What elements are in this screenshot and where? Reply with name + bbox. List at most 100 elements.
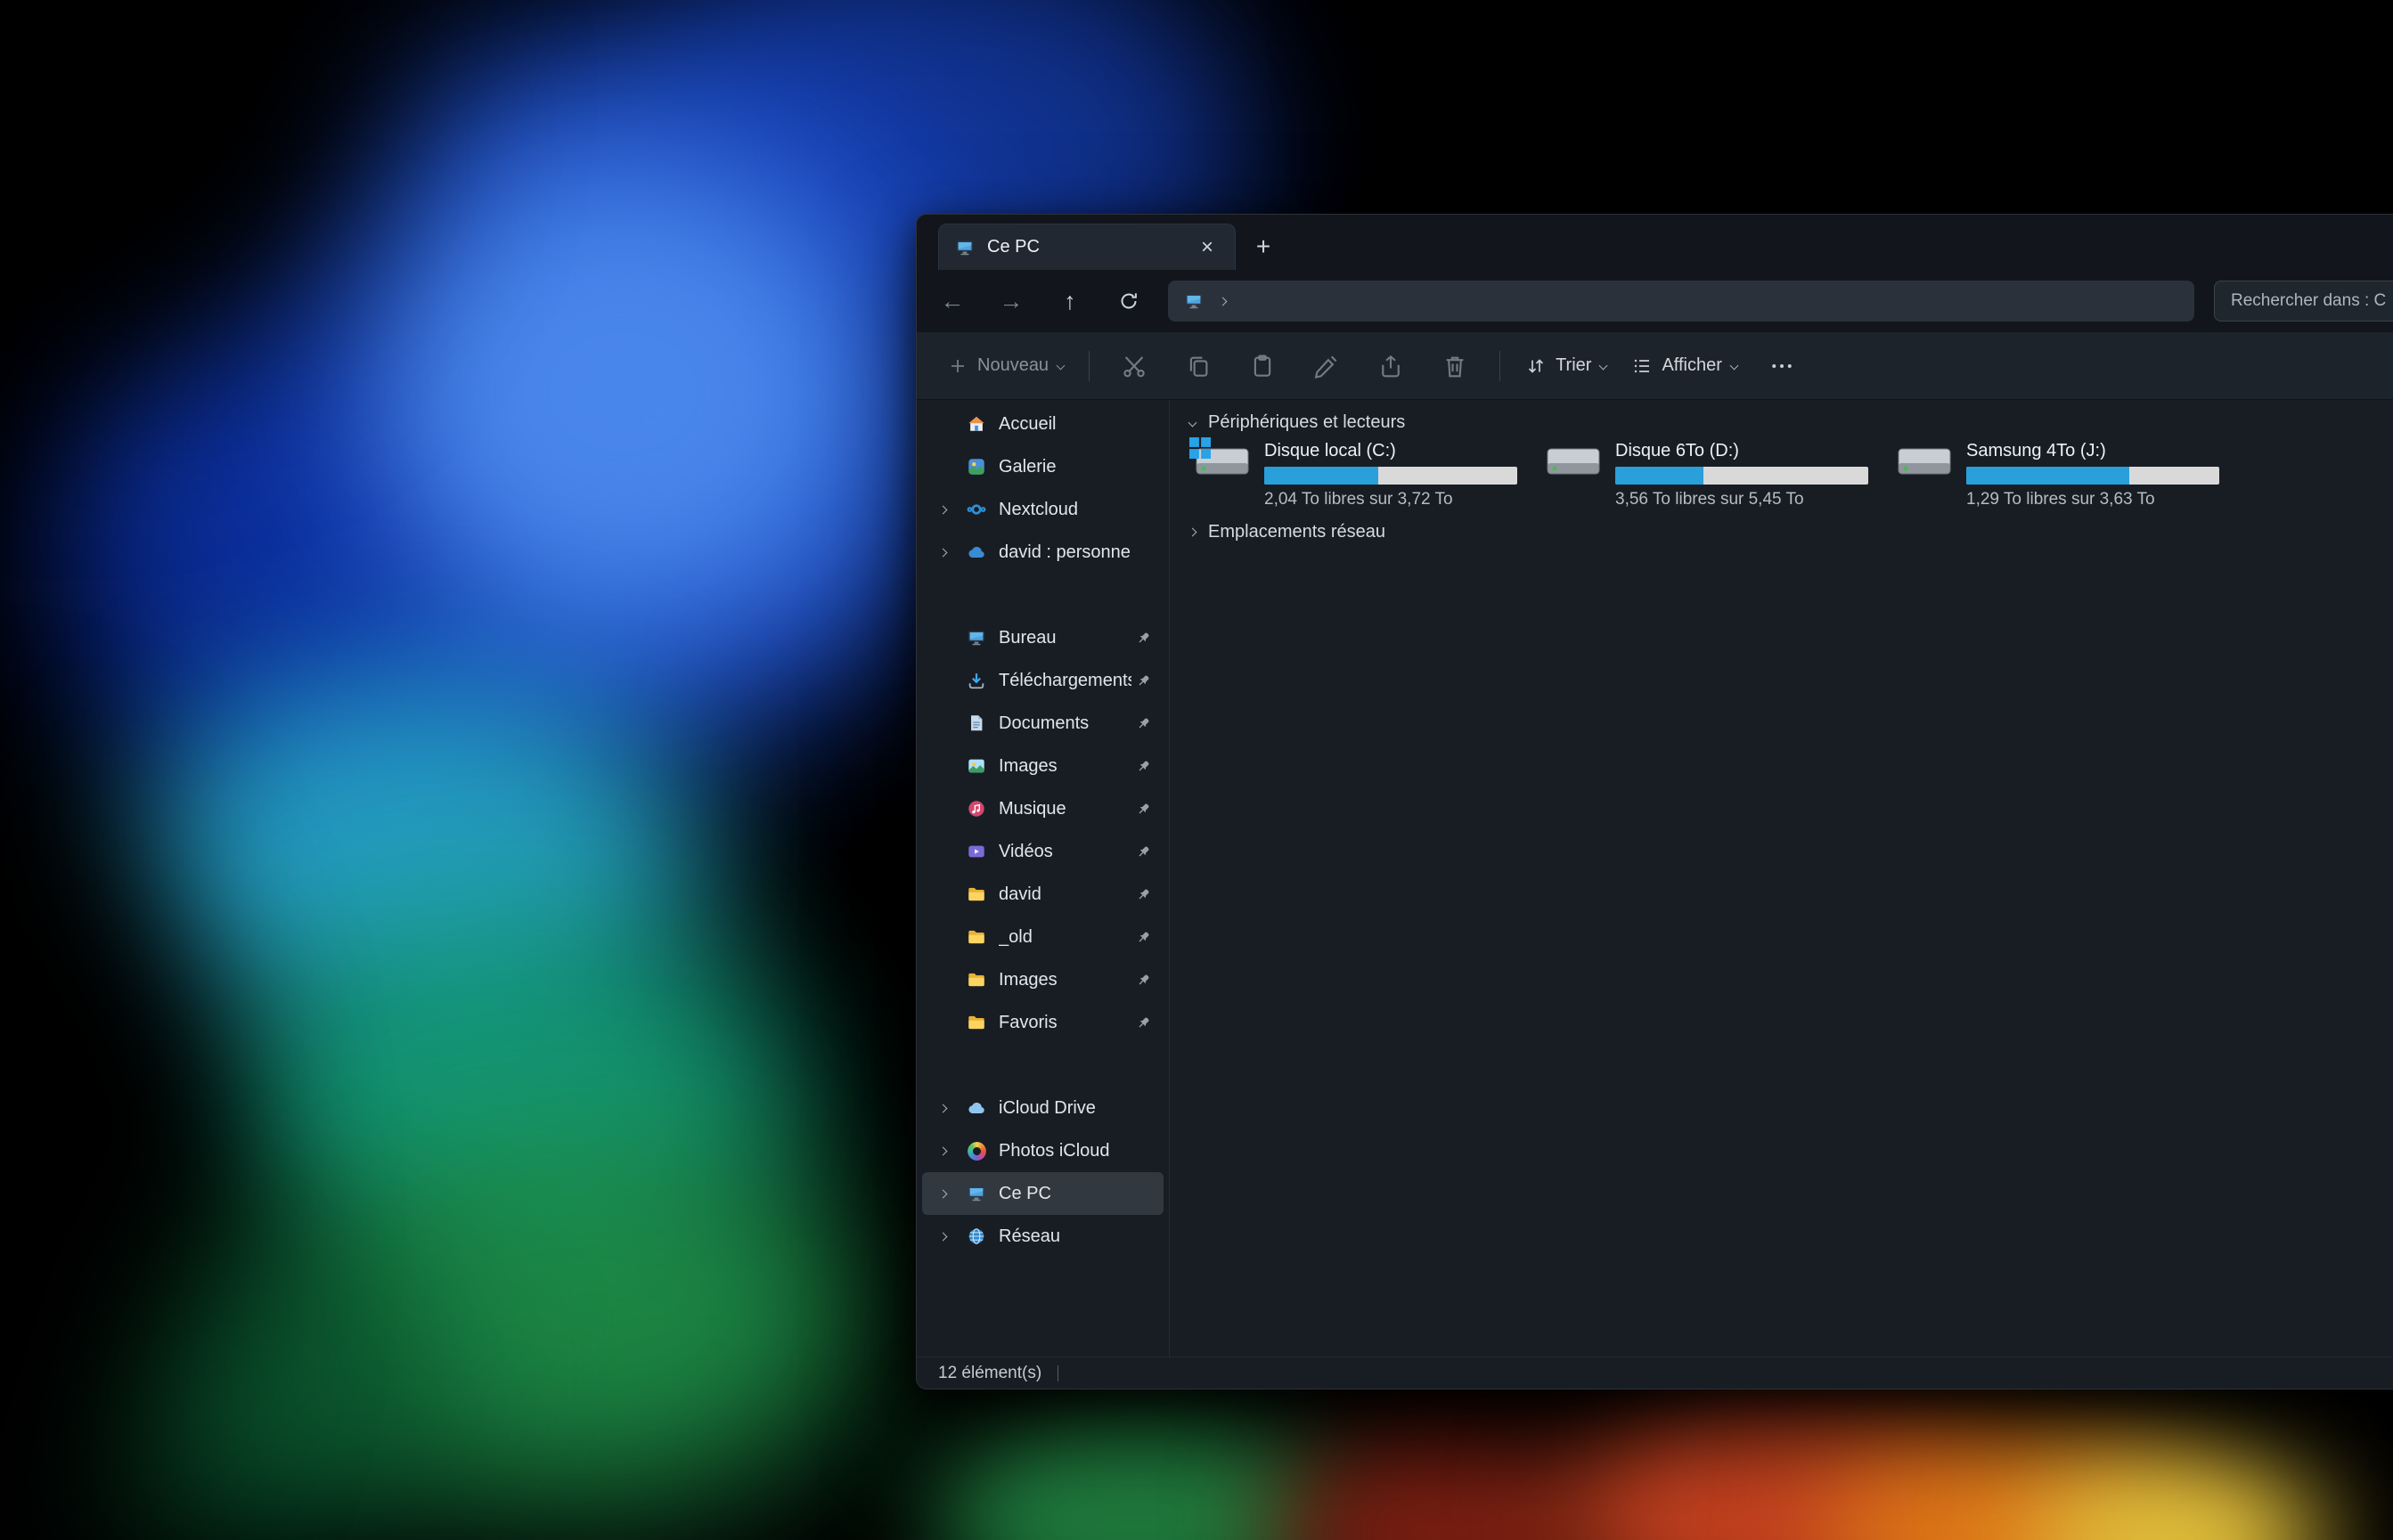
sidebar-item-nextcloud[interactable]: Nextcloud (922, 488, 1164, 531)
tab-title: Ce PC (987, 237, 1181, 257)
sidebar-item-reseau[interactable]: Réseau (922, 1215, 1164, 1258)
music-icon (965, 797, 988, 820)
chevron-right-icon[interactable] (938, 1189, 947, 1198)
pin-icon (1136, 930, 1151, 945)
delete-button[interactable] (1430, 343, 1480, 389)
refresh-button[interactable] (1104, 280, 1154, 322)
drive-usage-fill (1966, 467, 2129, 485)
network-icon (965, 1225, 988, 1248)
drive-free-space: 2,04 To libres sur 3,72 To (1264, 490, 1519, 509)
sidebar-item-musique[interactable]: Musique (922, 787, 1164, 830)
nextcloud-icon (965, 498, 988, 521)
search-input[interactable]: Rechercher dans : C (2214, 281, 2393, 322)
drive-free-space: 3,56 To libres sur 5,45 To (1615, 490, 1870, 509)
drive-icon (1897, 443, 1954, 487)
folder-icon (965, 1011, 988, 1034)
sidebar-item-accueil[interactable]: Accueil (922, 403, 1164, 445)
icloud-photos-icon (965, 1139, 988, 1162)
sidebar-item-documents[interactable]: Documents (922, 702, 1164, 745)
monitor-icon (965, 1182, 988, 1205)
pin-icon (1136, 887, 1151, 902)
chevron-right-icon[interactable] (938, 1232, 947, 1241)
status-bar: 12 élément(s) (917, 1357, 2393, 1389)
sidebar-item-videos[interactable]: Vidéos (922, 830, 1164, 873)
sidebar-item-images-folder[interactable]: Images (922, 958, 1164, 1001)
up-button[interactable]: ↑ (1045, 280, 1095, 322)
window-body: Accueil Galerie Nextcloud (917, 400, 2393, 1357)
sidebar-item-bureau[interactable]: Bureau (922, 616, 1164, 659)
chevron-right-icon[interactable] (938, 1146, 947, 1155)
folder-icon (965, 925, 988, 949)
wallpaper-blob (374, 160, 873, 623)
toolbar-separator (1499, 351, 1500, 381)
section-devices-header[interactable]: Périphériques et lecteurs (1180, 405, 2393, 439)
drive-usage-bar (1615, 467, 1868, 485)
sidebar-item-david[interactable]: david (922, 873, 1164, 916)
pin-icon (1136, 716, 1151, 731)
folder-icon (965, 883, 988, 906)
nouveau-button[interactable]: Nouveau (935, 341, 1076, 391)
section-network-header[interactable]: Emplacements réseau (1180, 515, 2393, 549)
monitor-icon (1182, 289, 1205, 313)
chevron-right-icon[interactable] (938, 505, 947, 514)
pin-icon (1136, 844, 1151, 860)
gallery-icon (965, 455, 988, 478)
trier-button[interactable]: Trier (1513, 341, 1619, 391)
paste-button[interactable] (1237, 343, 1287, 389)
forward-button[interactable]: → (986, 280, 1036, 322)
chevron-right-icon[interactable] (938, 548, 947, 557)
sidebar-item-old[interactable]: _old (922, 916, 1164, 958)
afficher-button[interactable]: Afficher (1619, 341, 1749, 391)
sidebar-item-galerie[interactable]: Galerie (922, 445, 1164, 488)
cut-button[interactable] (1109, 343, 1159, 389)
drive-tile-c[interactable]: Disque local (C:) 2,04 To libres sur 3,7… (1195, 441, 1519, 509)
section-title: Périphériques et lecteurs (1208, 412, 1405, 433)
share-button[interactable] (1366, 343, 1416, 389)
drive-name: Disque local (C:) (1264, 441, 1519, 461)
windows-logo-icon (1189, 437, 1211, 459)
desktop-icon (965, 626, 988, 649)
drive-icon (1546, 443, 1603, 487)
drive-usage-bar (1966, 467, 2219, 485)
tab-ce-pc[interactable]: Ce PC × (938, 224, 1236, 270)
toolbar: Nouveau (917, 332, 2393, 400)
chevron-right-icon[interactable] (1219, 297, 1228, 306)
sidebar-item-favoris[interactable]: Favoris (922, 1001, 1164, 1044)
new-tab-button[interactable]: + (1243, 226, 1284, 267)
chevron-right-icon (1188, 527, 1197, 536)
pin-icon (1136, 973, 1151, 988)
desktop[interactable]: Ce PC × + ← → ↑ Rechercher dans : C (0, 0, 2393, 1540)
drive-name: Samsung 4To (J:) (1966, 441, 2221, 461)
drive-icon (1195, 443, 1252, 487)
sidebar-item-ce-pc[interactable]: Ce PC (922, 1172, 1164, 1215)
address-bar-row: ← → ↑ Rechercher dans : C (917, 270, 2393, 332)
sidebar-item-icloud-drive[interactable]: iCloud Drive (922, 1087, 1164, 1129)
plus-icon (947, 355, 968, 377)
sidebar-item-images[interactable]: Images (922, 745, 1164, 787)
sidebar-spacer (917, 1044, 1169, 1087)
more-options-button[interactable] (1757, 343, 1807, 389)
sort-icon (1525, 355, 1547, 377)
drive-usage-fill (1615, 467, 1703, 485)
rename-button[interactable] (1302, 343, 1352, 389)
folder-icon (965, 968, 988, 991)
chevron-right-icon[interactable] (938, 1104, 947, 1112)
back-button[interactable]: ← (927, 280, 977, 322)
download-icon (965, 669, 988, 692)
sidebar-item-photos-icloud[interactable]: Photos iCloud (922, 1129, 1164, 1172)
video-icon (965, 840, 988, 863)
view-icon (1631, 355, 1653, 377)
icloud-icon (965, 1096, 988, 1120)
sidebar-item-telechargements[interactable]: Téléchargements (922, 659, 1164, 702)
drive-tile-d[interactable]: Disque 6To (D:) 3,56 To libres sur 5,45 … (1546, 441, 1870, 509)
close-tab-icon[interactable]: × (1192, 232, 1222, 263)
drive-tile-j[interactable]: Samsung 4To (J:) 1,29 To libres sur 3,63… (1897, 441, 2221, 509)
titlebar[interactable]: Ce PC × + (917, 215, 2393, 270)
copy-button[interactable] (1173, 343, 1223, 389)
sidebar-item-david-personnel[interactable]: david : personnel (922, 531, 1164, 574)
drive-usage-bar (1264, 467, 1517, 485)
picture-icon (965, 754, 988, 778)
navigation-pane: Accueil Galerie Nextcloud (917, 400, 1170, 1357)
address-bar[interactable] (1168, 281, 2194, 322)
chevron-down-icon (1599, 362, 1608, 371)
